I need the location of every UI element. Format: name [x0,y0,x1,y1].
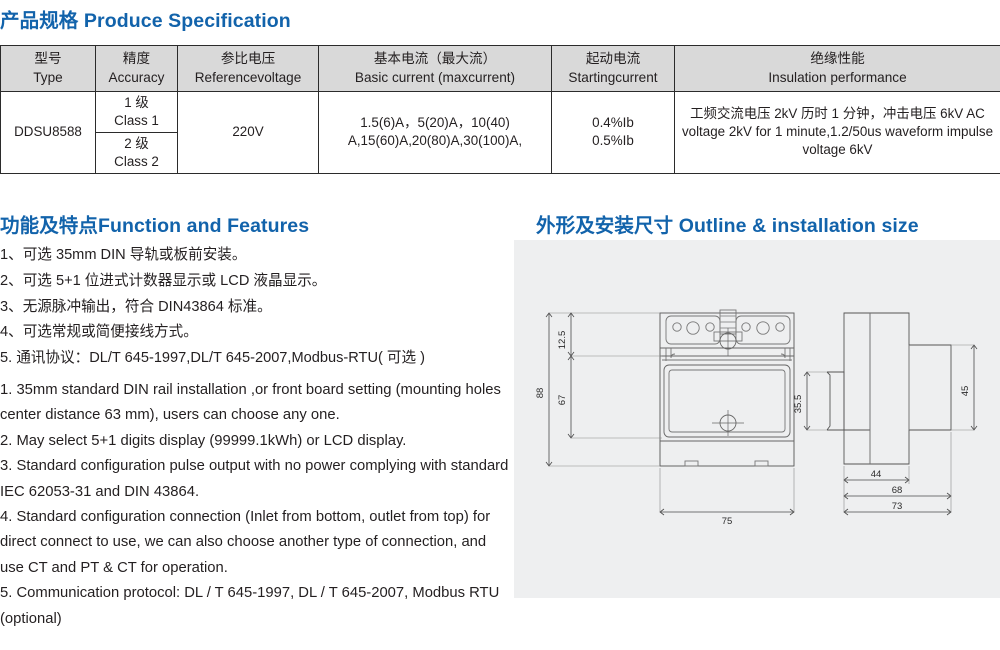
column-header-reference-voltage: 参比电压 Referencevoltage [177,45,319,92]
dimension-drawing: 88 67 12.5 75 35.5 45 44 68 73 [535,309,978,527]
dimension-label-height-total: 88 [535,388,546,399]
cell-basic-current: 1.5(6)A，5(20)A，10(40) A,15(60)A,20(80)A,… [318,91,552,174]
list-item: 4. Standard configuration connection (In… [0,509,491,576]
column-header-basic-current: 基本电流（最大流） Basic current (maxcurrent) [318,45,552,92]
column-header-insulation-en: Insulation performance [768,69,907,85]
front-view-drawing [659,309,795,467]
dimension-label-height-inner: 67 [557,395,568,406]
starting-current-line2: 0.5%Ib [592,133,634,149]
starting-current-line1: 0.4%Ib [592,115,634,131]
list-item: 5. Communication protocol: DL / T 645-19… [0,585,500,627]
list-item: 2. May select 5+1 digits display (99999.… [0,432,407,449]
dimension-label-depth-inner: 44 [871,469,882,480]
side-view-drawing [826,312,952,465]
section-title-outline-installation: 外形及安装尺寸 Outline & installation size [536,215,919,237]
column-header-type-cn: 型号 [34,51,62,67]
cell-reference-voltage: 220V [177,91,319,174]
cell-insulation: 工频交流电压 2kV 历时 1 分钟，冲击电压 6kV AC voltage 2… [674,91,1000,174]
accuracy-class1-en: Class 1 [114,112,159,128]
column-header-accuracy: 精度 Accuracy [95,45,178,92]
section-title-function-features: 功能及特点Function and Features [0,215,310,237]
column-header-reference-voltage-cn: 参比电压 [220,51,276,67]
dimension-label-front-height: 45 [960,386,971,397]
table-header-row: 型号 Type 精度 Accuracy 参比电压 Referencevoltag… [0,45,1000,92]
column-header-starting-current-cn: 起动电流 [585,51,641,67]
front-view-dimensions [545,312,795,516]
list-item: 3. Standard configuration pulse output w… [0,458,509,500]
column-header-basic-current-en: Basic current (maxcurrent) [354,69,516,85]
accuracy-class2-en: Class 2 [114,153,159,169]
column-header-reference-voltage-en: Referencevoltage [194,69,302,85]
column-header-accuracy-en: Accuracy [108,69,165,85]
cell-type: DDSU8588 [0,91,96,174]
column-header-accuracy-cn: 精度 [122,51,151,67]
column-header-basic-current-cn: 基本电流（最大流） [373,51,497,67]
list-item: 3、无源脉冲输出，符合 DIN43864 标准。 [0,298,272,315]
column-header-insulation-cn: 绝缘性能 [810,51,865,67]
list-item: 5. 通讯协议：DL/T 645-1997,DL/T 645-2007,Modb… [0,350,426,367]
cell-accuracy-class1: 1 级 Class 1 [95,91,178,133]
datasheet-page: 产品规格 Produce Specification 型号 Type 精度 Ac… [0,0,1000,650]
features-list-english: 1. 35mm standard DIN rail installation ,… [0,378,512,632]
outline-drawing-panel: 88 67 12.5 75 35.5 45 44 68 73 [514,240,1000,598]
list-item: 2、可选 5+1 位进式计数器显示或 LCD 液晶显示。 [0,272,327,289]
cell-starting-current: 0.4%Ib 0.5%Ib [551,91,675,174]
cell-accuracy-class2: 2 级 Class 2 [95,131,178,174]
list-item: 1、可选 35mm DIN 导轨或板前安装。 [0,247,247,263]
list-item: 1. 35mm standard DIN rail installation ,… [0,382,501,424]
column-header-insulation: 绝缘性能 Insulation performance [674,45,1000,92]
dimension-label-depth-mid: 68 [892,485,903,496]
column-header-type-en: Type [33,69,63,85]
column-header-starting-current: 起动电流 Startingcurrent [551,45,675,92]
column-header-starting-current-en: Startingcurrent [568,69,658,85]
accuracy-class2-cn: 2 级 [124,135,149,151]
basic-current-line1: 1.5(6)A，5(20)A，10(40) [360,115,510,131]
list-item: 4、可选常规或简便接线方式。 [0,324,198,341]
features-list-chinese: 1、可选 35mm DIN 导轨或板前安装。 2、可选 5+1 位进式计数器显示… [0,243,510,372]
dimension-label-depth-total: 73 [892,501,903,512]
page-title-specification: 产品规格 Produce Specification [0,10,291,32]
dimension-label-width: 75 [722,516,733,527]
specification-table: 型号 Type 精度 Accuracy 参比电压 Referencevoltag… [0,45,1000,174]
column-header-type: 型号 Type [0,45,96,92]
basic-current-line2: A,15(60)A,20(80)A,30(100)A, [347,133,523,149]
dimension-label-rail-height: 35.5 [793,395,804,414]
table-row: DDSU8588 1 级 Class 1 220V 1.5(6)A，5(20)A… [0,91,1000,174]
accuracy-class1-cn: 1 级 [124,95,149,110]
dimension-label-top-offset: 12.5 [557,331,568,350]
